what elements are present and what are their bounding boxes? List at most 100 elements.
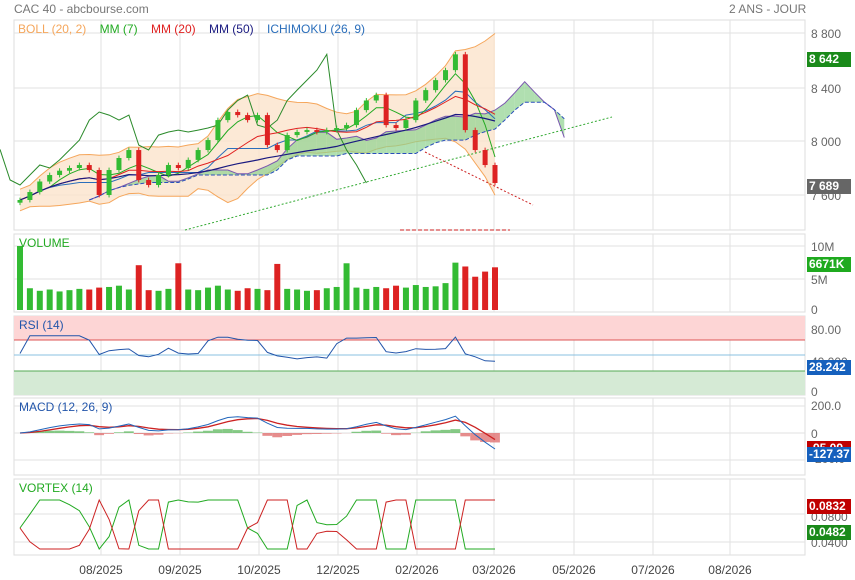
candle (136, 150, 142, 181)
macd-histogram-bar (391, 433, 401, 436)
price-tick: 8 800 (811, 27, 842, 41)
candle (156, 175, 162, 186)
volume-tick: 5M (811, 273, 828, 287)
candle (76, 165, 82, 168)
candle (66, 168, 72, 171)
candle (363, 100, 369, 111)
ichimoku-cloud-segment (504, 92, 515, 121)
candle (57, 170, 63, 176)
rsi-tick: 0 (811, 385, 818, 399)
volume-bar (36, 290, 43, 310)
panel-frame (13, 397, 806, 476)
legend-mm50[interactable]: MM (50) (209, 22, 254, 36)
volume-bar (165, 288, 172, 310)
candle (443, 70, 449, 81)
x-tick: 10/2025 (237, 563, 281, 577)
macd-histogram-bar (311, 433, 322, 434)
candle (185, 159, 191, 168)
macd-histogram-bar (242, 431, 253, 433)
volume-bar (254, 288, 261, 310)
macd-histogram-bar (301, 433, 312, 435)
ichimoku-cloud-segment (445, 116, 456, 141)
candle (433, 80, 439, 91)
macd-histogram-bar (460, 433, 471, 437)
volume-bar (303, 290, 310, 310)
volume-last-badge: 6671K (807, 257, 851, 272)
volume-bar (412, 285, 419, 310)
price-tick: 8 400 (811, 82, 842, 96)
macd-histogram-bar (123, 431, 134, 433)
legend-mm7[interactable]: MM (7) (100, 22, 138, 36)
volume-bar (432, 286, 439, 310)
macd-histogram-bar (282, 433, 293, 436)
macd-histogram-bar (321, 433, 332, 434)
macd-histogram-bar (272, 433, 283, 438)
macd-histogram-bar (292, 433, 302, 435)
macd-histogram-bar (94, 433, 105, 436)
macd-histogram-bar (381, 433, 392, 434)
volume-bar (125, 289, 132, 310)
volume-bar (115, 285, 122, 310)
macd-histogram-bar (64, 430, 75, 433)
macd-histogram-bar (361, 430, 372, 433)
volume-bar (323, 288, 330, 310)
volume-bar (472, 276, 479, 310)
candle (245, 115, 251, 121)
ichimoku-cloud-segment (396, 130, 406, 154)
ichimoku-cloud-segment (217, 170, 228, 176)
candle (472, 130, 478, 151)
legend-mm20[interactable]: MM (20) (151, 22, 196, 36)
ichimoku-cloud-segment (316, 132, 327, 156)
x-tick: 12/2025 (316, 563, 360, 577)
legend-boll[interactable]: BOLL (20, 2) (18, 22, 86, 36)
macd-histogram-bar (400, 433, 411, 435)
macd-tick: 0 (811, 427, 818, 441)
macd-histogram-bar (450, 429, 461, 433)
volume-bar (185, 289, 192, 310)
candle (235, 111, 241, 116)
candle (106, 170, 112, 195)
legend-ichimoku[interactable]: ICHIMOKU (26, 9) (267, 22, 365, 36)
macd-histogram-bar (212, 429, 223, 433)
volume-bar (56, 291, 63, 310)
volume-bar (244, 288, 251, 310)
candle (86, 165, 92, 171)
volume-bar (333, 286, 340, 310)
vortex-label: VORTEX (14) (19, 481, 93, 495)
candle (344, 125, 350, 129)
candle (334, 128, 340, 131)
x-tick: 08/2025 (79, 563, 123, 577)
rsi-last-badge: 28.242 (807, 360, 851, 375)
volume-bar (224, 289, 231, 310)
candle (383, 95, 389, 126)
x-tick: 02/2026 (395, 563, 439, 577)
candle (324, 130, 330, 132)
macd-histogram-bar (74, 431, 85, 433)
candle (353, 110, 359, 126)
candle (215, 120, 221, 141)
macd-last-badge: -127.37 (807, 447, 851, 462)
candle (37, 181, 43, 193)
volume-bar (46, 289, 53, 310)
volume-bar (442, 283, 449, 310)
volume-bar (86, 289, 93, 310)
candle (462, 54, 468, 131)
candle (146, 180, 152, 186)
volume-bar (462, 266, 469, 310)
stock-chart[interactable] (0, 0, 855, 580)
candle (116, 158, 122, 171)
volume-bar (294, 289, 301, 310)
volume-bar (195, 290, 202, 310)
volume-label: VOLUME (19, 236, 70, 250)
macd-histogram-bar (351, 431, 362, 433)
price-high-badge: 8 642 (807, 52, 851, 67)
candle (47, 175, 53, 182)
volume-bar (205, 287, 212, 310)
ichimoku-cloud-segment (524, 81, 535, 103)
candle (195, 150, 201, 160)
volume-bar (26, 288, 33, 310)
volume-bar (363, 288, 370, 310)
candle (175, 165, 181, 168)
candle (452, 54, 458, 71)
candle (165, 165, 171, 176)
